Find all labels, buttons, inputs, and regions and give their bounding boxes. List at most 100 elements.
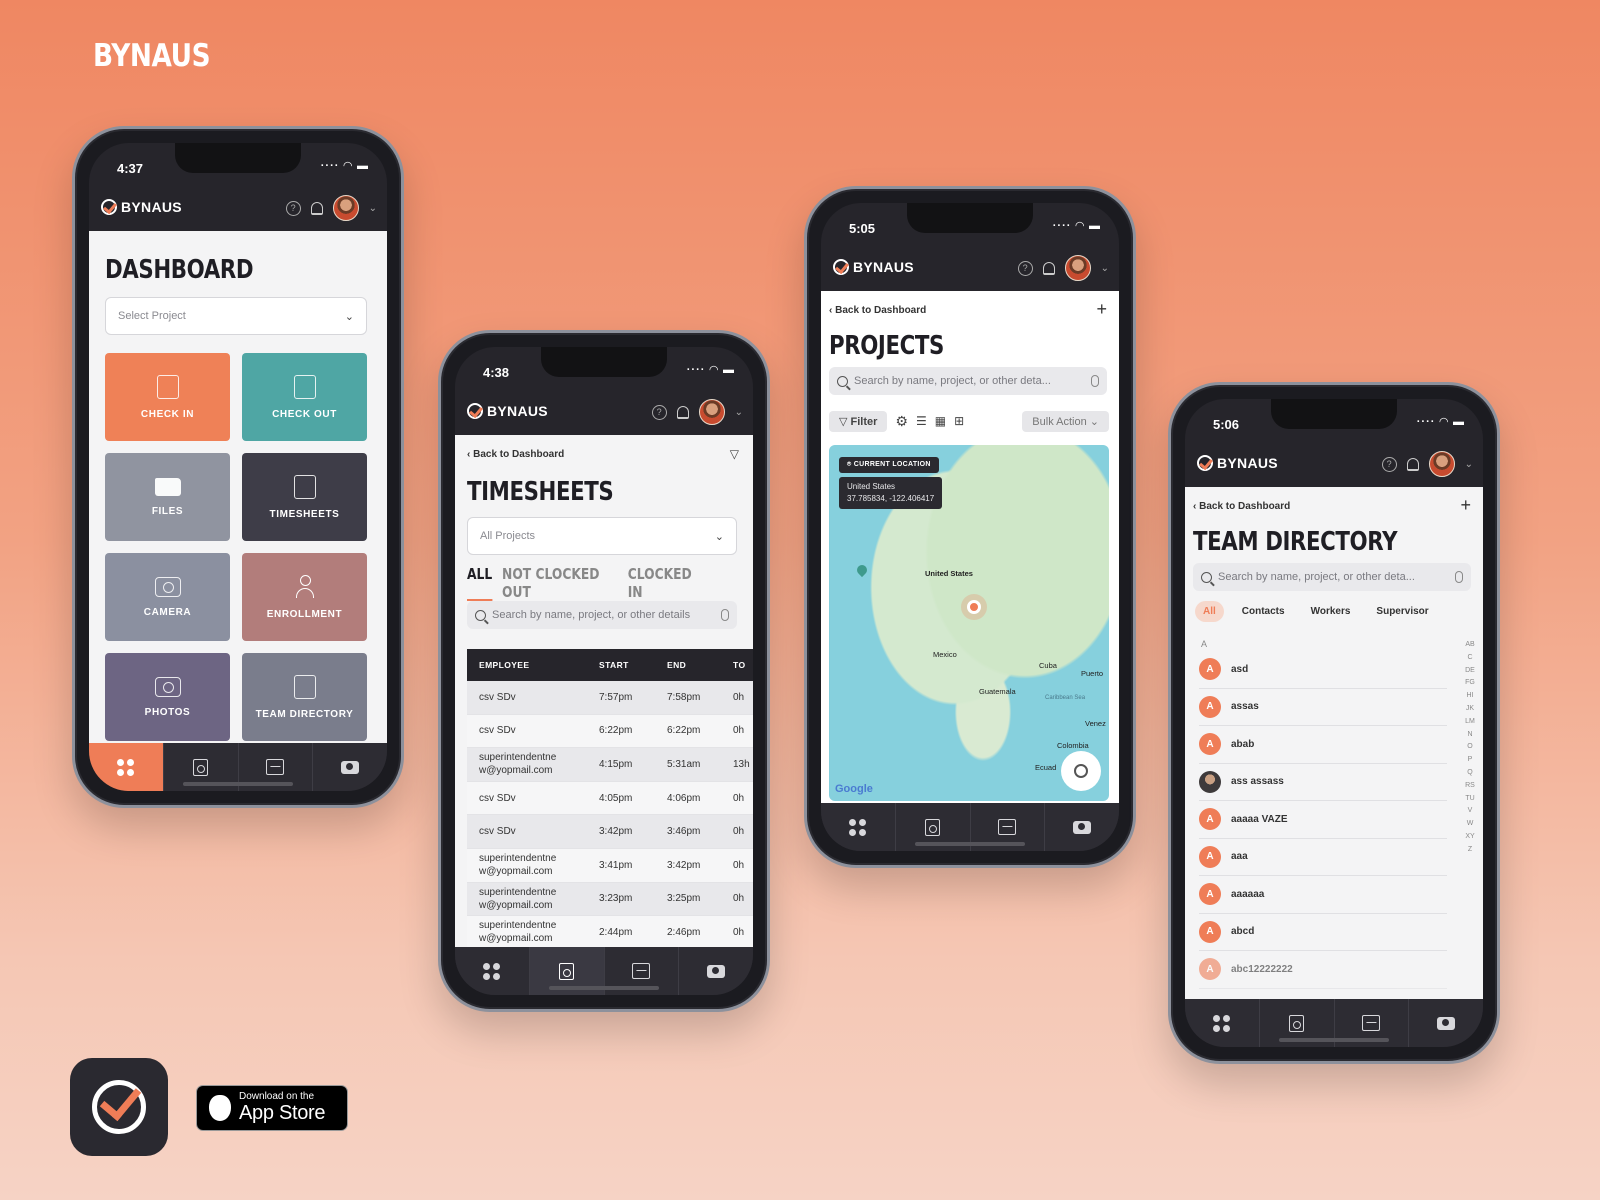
location-pin-icon[interactable] [967,600,981,614]
back-link[interactable]: ‹ Back to Dashboard [467,449,564,460]
projects-map[interactable]: ⌾ CURRENT LOCATION United States 37.7858… [829,445,1109,801]
bell-icon[interactable] [310,201,323,215]
app-icon[interactable] [70,1058,168,1156]
table-row[interactable]: superintendentne w@yopmail.com 3:41pm 3:42… [467,848,753,883]
col-employee[interactable]: EMPLOYEE [467,659,587,672]
search-input[interactable]: Search by name, project, or other deta..… [1193,563,1471,591]
map-marker-icon[interactable] [854,562,870,578]
location-coords: 37.785834, -122.406417 [847,494,935,503]
filter-contacts[interactable]: Contacts [1234,601,1293,622]
avatar[interactable] [332,195,359,221]
avatar[interactable] [1064,255,1091,281]
list-view-icon[interactable]: ☰ [916,414,927,428]
tab-camera[interactable] [679,947,753,995]
tile-photos[interactable]: PHOTOS [105,653,230,741]
table-row[interactable]: superintendentne w@yopmail.com 4:15pm 5:31… [467,748,753,782]
col-to[interactable]: TO [727,660,753,670]
tab-home[interactable] [821,803,896,851]
filter-all[interactable]: All [1195,601,1224,622]
bell-icon[interactable] [1042,261,1055,275]
table-row[interactable]: superintendentne w@yopmail.com 3:23pm 3:25… [467,882,753,917]
tile-team-directory[interactable]: TEAM DIRECTORY [242,653,367,741]
gallery-icon [632,963,651,979]
list-item[interactable]: Aasd [1199,651,1447,689]
back-link-label: Back to Dashboard [473,449,565,460]
grid-dots-icon [849,818,867,836]
list-item[interactable]: Aabab [1199,726,1447,764]
cell-employee: csv SDv [479,691,516,703]
help-icon[interactable]: ? [651,404,667,420]
tab-camera[interactable] [1045,803,1119,851]
tab-camera[interactable] [313,743,387,791]
mic-off-icon[interactable] [721,609,729,621]
col-end[interactable]: END [657,660,727,670]
current-location-chip[interactable]: ⌾ CURRENT LOCATION [839,457,939,473]
chevron-down-icon[interactable]: ⌄ [1101,263,1109,274]
tile-check-in[interactable]: CHECK IN [105,353,230,441]
back-link[interactable]: ‹ Back to Dashboard [1193,501,1290,512]
list-item[interactable]: Aassas [1199,689,1447,726]
table-row[interactable]: csv SDv 4:05pm 4:06pm 0h [467,781,753,816]
tile-camera[interactable]: CAMERA [105,553,230,641]
list-item[interactable]: Aaaaaa VAZE [1199,801,1447,839]
member-rows: Aasd Aassas Aabab ass assass Aaaaaa VAZE Aaaa… [1197,651,1447,989]
list-item[interactable]: Aabcd [1199,914,1447,951]
mic-off-icon[interactable] [1455,571,1463,583]
tab-home[interactable] [89,743,164,791]
tab-not-clocked-out[interactable]: NOT CLOCKED OUT [502,565,618,601]
table-row[interactable]: csv SDv 6:22pm 6:22pm 0h [467,714,753,749]
map-label: Puerto [1081,669,1104,678]
bulk-action-button[interactable]: Bulk Action ⌄ [1022,410,1109,432]
chevron-down-icon[interactable]: ⌄ [1465,459,1473,470]
tile-enrollment[interactable]: ENROLLMENT [242,553,367,641]
map-view-icon[interactable]: ⊞ [954,414,964,428]
tile-files[interactable]: FILES [105,453,230,541]
list-item[interactable]: Aabc12222222 [1199,951,1447,989]
list-item[interactable]: ass assass [1199,764,1447,801]
chevron-down-icon[interactable]: ⌄ [735,407,743,418]
tab-clocked-in[interactable]: CLOCKED IN [628,565,702,601]
chevron-down-icon[interactable]: ⌄ [369,203,377,214]
camera-icon [1073,820,1092,834]
add-member-icon[interactable]: + [1460,495,1471,516]
filter-icon[interactable]: ▽ [730,447,739,461]
col-start[interactable]: START [587,660,657,670]
app-store-badge[interactable]: Download on the App Store [196,1085,348,1131]
help-icon[interactable]: ? [1381,456,1397,472]
search-input[interactable]: Search by name, project, or other detail… [467,601,737,629]
table-row[interactable]: csv SDv 7:57pm 7:58pm 0h [467,681,753,715]
mic-off-icon[interactable] [1091,375,1099,387]
help-icon[interactable]: ? [1017,260,1033,276]
tile-check-out[interactable]: CHECK OUT [242,353,367,441]
projects-select[interactable]: All Projects ⌄ [467,517,737,555]
alphabet-index[interactable]: ABCDEFGHIJKLMNOPQRSTUVWXYZ [1465,639,1475,857]
list-item[interactable]: Aaaaaaa [1199,876,1447,914]
tile-timesheets[interactable]: TIMESHEETS [242,453,367,541]
filter-supervisor[interactable]: Supervisor [1368,601,1436,622]
back-link[interactable]: ‹ Back to Dashboard [829,305,926,316]
status-time: 5:06 [1213,417,1240,432]
gear-icon[interactable]: ⚙ [895,413,908,430]
filter-button[interactable]: ▽ Filter [829,410,888,432]
locate-me-button[interactable] [1061,751,1101,791]
tab-all[interactable]: ALL [467,565,493,601]
table-row[interactable]: csv SDv 3:42pm 3:46pm 0h [467,815,753,849]
help-icon[interactable]: ? [285,200,301,216]
grid-view-icon[interactable]: ▦ [935,414,946,428]
avatar[interactable] [698,399,725,425]
table-row[interactable]: superintendentne w@yopmail.com 2:44pm 2:46… [467,916,753,947]
bell-icon[interactable] [676,405,689,419]
tab-home[interactable] [1185,999,1260,1047]
cell-start: 7:57pm [599,691,633,703]
tab-home[interactable] [455,947,530,995]
list-item[interactable]: Aaaa [1199,839,1447,876]
projects-content: ‹ Back to Dashboard + PROJECTS Search by… [821,291,1119,803]
tab-camera[interactable] [1409,999,1483,1047]
search-input[interactable]: Search by name, project, or other deta..… [829,367,1107,395]
filter-workers[interactable]: Workers [1303,601,1359,622]
project-select[interactable]: Select Project ⌄ [105,297,367,335]
add-icon[interactable]: + [1096,299,1107,320]
bell-icon[interactable] [1406,457,1419,471]
avatar[interactable] [1428,451,1455,477]
member-name: aaaaa VAZE [1231,813,1288,825]
